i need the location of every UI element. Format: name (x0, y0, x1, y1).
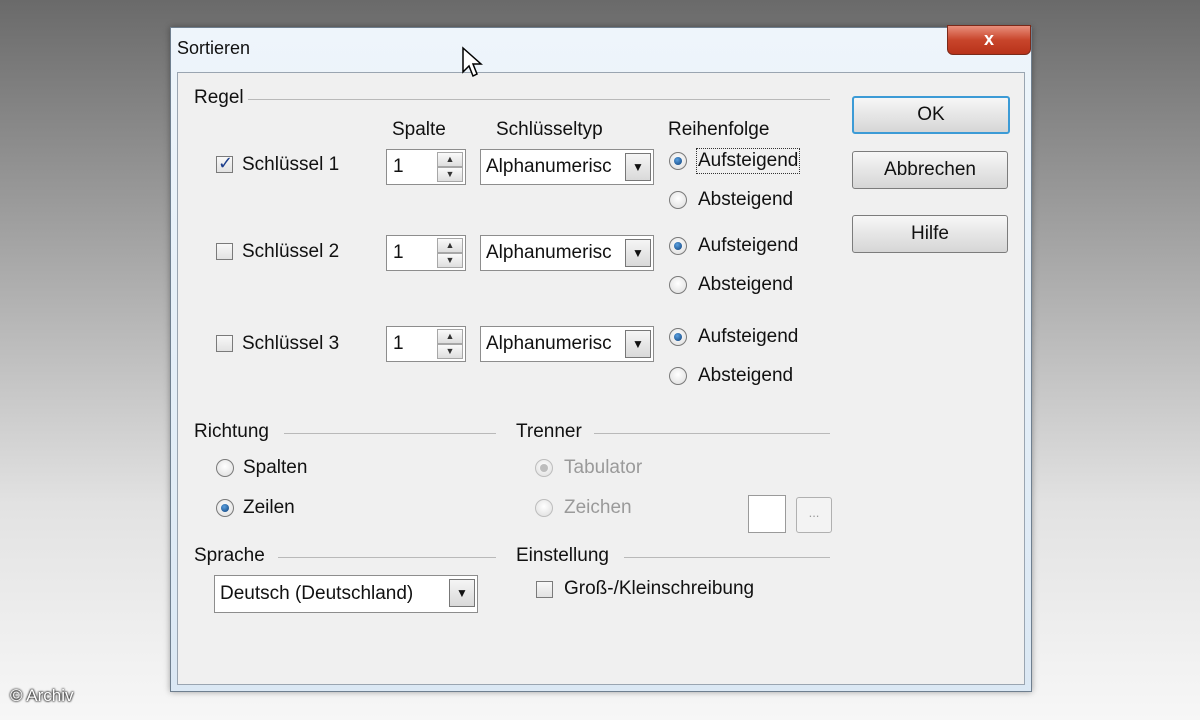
trenner-zeichen-label: Zeichen (564, 497, 632, 518)
key1-type-value: Alphanumerisc (486, 156, 612, 177)
key1-asc-radio[interactable] (669, 152, 687, 170)
key1-desc-label: Absteigend (698, 189, 794, 210)
key3-column-spinner[interactable]: 1 ▲ ▼ (386, 326, 466, 362)
key3-column-value: 1 (393, 333, 404, 354)
divider (278, 557, 496, 558)
group-einstellung-label: Einstellung (516, 545, 609, 566)
key1-column-spinner[interactable]: 1 ▲ ▼ (386, 149, 466, 185)
divider (594, 433, 830, 434)
chevron-down-icon[interactable]: ▼ (625, 239, 651, 267)
group-regel-label: Regel (194, 87, 244, 108)
key2-checkbox[interactable] (216, 243, 233, 260)
key3-desc-radio[interactable] (669, 367, 687, 385)
key3-desc-label: Absteigend (698, 365, 794, 386)
divider (624, 557, 830, 558)
group-richtung-label: Richtung (194, 421, 269, 442)
key2-label: Schlüssel 2 (242, 241, 340, 262)
divider (284, 433, 496, 434)
key3-asc-label: Aufsteigend (698, 326, 799, 347)
key2-type-select[interactable]: Alphanumerisc ▼ (480, 235, 654, 271)
key1-checkbox[interactable] (216, 153, 233, 174)
key2-desc-radio[interactable] (669, 276, 687, 294)
trenner-zeichen-radio[interactable] (535, 499, 553, 517)
language-select[interactable]: Deutsch (Deutschland) ▼ (214, 575, 478, 613)
column-header-schluesseltyp: Schlüsseltyp (496, 119, 603, 140)
key3-type-select[interactable]: Alphanumerisc ▼ (480, 326, 654, 362)
key2-desc-label: Absteigend (698, 274, 794, 295)
key1-column-value: 1 (393, 156, 404, 177)
key3-label: Schlüssel 3 (242, 333, 340, 354)
spin-down-icon[interactable]: ▼ (437, 344, 463, 359)
richtung-spalten-label: Spalten (243, 457, 308, 478)
key2-column-value: 1 (393, 242, 404, 263)
spin-up-icon[interactable]: ▲ (437, 329, 463, 344)
sort-dialog: Sortieren x Regel Spalte Schlüsseltyp Re… (170, 25, 1032, 692)
dialog-body: Regel Spalte Schlüsseltyp Reihenfolge Sc… (177, 72, 1025, 685)
key3-asc-radio[interactable] (669, 328, 687, 346)
title-bar[interactable]: Sortieren x (171, 25, 1031, 68)
key1-label: Schlüssel 1 (242, 154, 340, 175)
key3-type-value: Alphanumerisc (486, 333, 612, 354)
case-sensitive-checkbox[interactable] (536, 581, 553, 598)
language-value: Deutsch (Deutschland) (220, 583, 414, 604)
key2-column-spinner[interactable]: 1 ▲ ▼ (386, 235, 466, 271)
key1-desc-radio[interactable] (669, 191, 687, 209)
group-sprache-label: Sprache (194, 545, 265, 566)
key3-checkbox[interactable] (216, 335, 233, 352)
spin-up-icon[interactable]: ▲ (437, 152, 463, 167)
case-sensitive-label: Groß-/Kleinschreibung (564, 578, 755, 599)
column-header-spalte: Spalte (392, 119, 446, 140)
group-trenner-label: Trenner (516, 421, 582, 442)
trenner-tabulator-label: Tabulator (564, 457, 643, 478)
mouse-cursor-icon (462, 46, 483, 78)
divider (248, 99, 830, 100)
help-button[interactable]: Hilfe (852, 215, 1008, 253)
chevron-down-icon[interactable]: ▼ (449, 579, 475, 607)
spin-up-icon[interactable]: ▲ (437, 238, 463, 253)
chevron-down-icon[interactable]: ▼ (625, 330, 651, 358)
separator-select-button[interactable]: ... (796, 497, 832, 533)
separator-preview-field[interactable] (748, 495, 786, 533)
cancel-button[interactable]: Abbrechen (852, 151, 1008, 189)
column-header-reihenfolge: Reihenfolge (668, 119, 770, 140)
spin-down-icon[interactable]: ▼ (437, 253, 463, 268)
richtung-spalten-radio[interactable] (216, 459, 234, 477)
chevron-down-icon[interactable]: ▼ (625, 153, 651, 181)
key2-asc-label: Aufsteigend (698, 235, 799, 256)
watermark: © Archiv (10, 686, 74, 705)
key1-asc-label: Aufsteigend (695, 148, 801, 174)
key1-type-select[interactable]: Alphanumerisc ▼ (480, 149, 654, 185)
trenner-tabulator-radio[interactable] (535, 459, 553, 477)
ok-button[interactable]: OK (852, 96, 1010, 134)
close-button[interactable]: x (947, 25, 1031, 55)
key2-asc-radio[interactable] (669, 237, 687, 255)
spin-down-icon[interactable]: ▼ (437, 167, 463, 182)
key2-type-value: Alphanumerisc (486, 242, 612, 263)
richtung-zeilen-label: Zeilen (243, 497, 295, 518)
dialog-title: Sortieren (177, 38, 251, 58)
richtung-zeilen-radio[interactable] (216, 499, 234, 517)
